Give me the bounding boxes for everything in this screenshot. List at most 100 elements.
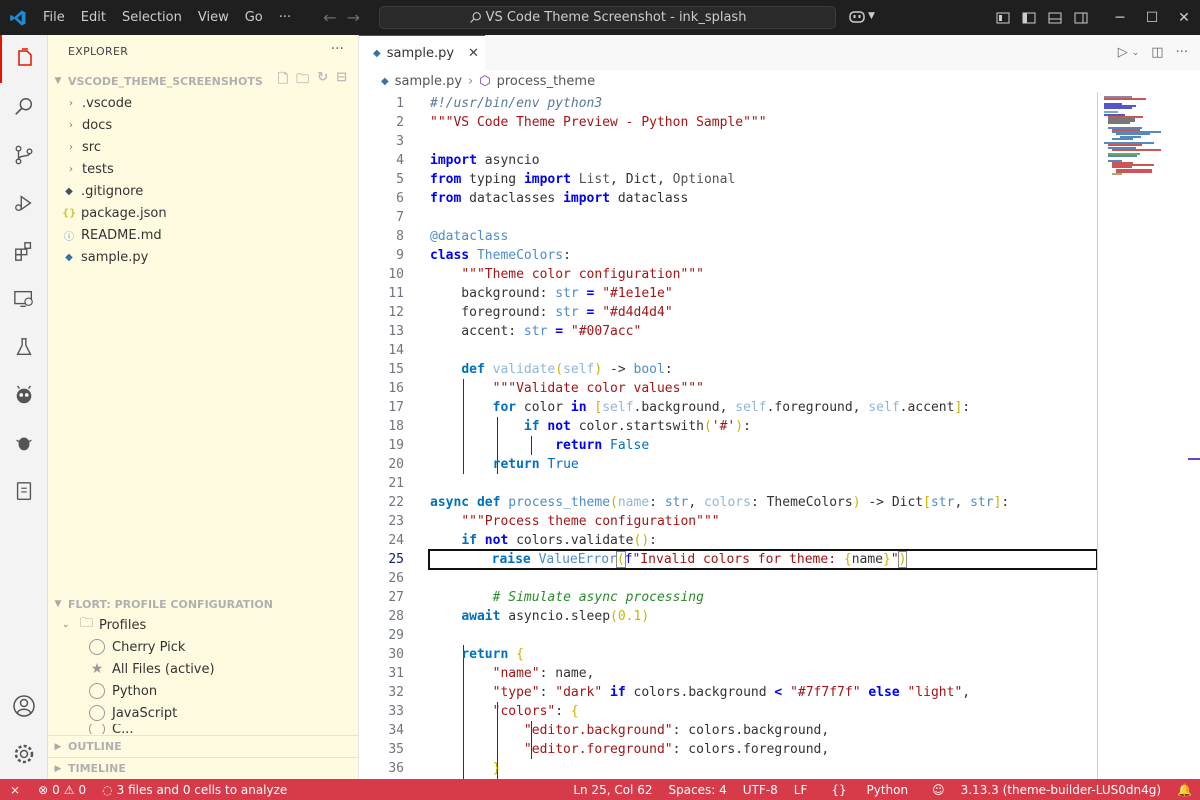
close-icon[interactable]: ✕ xyxy=(1168,0,1200,35)
notebook-icon[interactable] xyxy=(0,467,48,515)
code-editor[interactable]: 1 2 3 4 5 6 7 8 9 10 11 12 13 14 15 16 17 18 19 20 21 22 23 24 2… xyxy=(359,92,1200,779)
line-number: 23 xyxy=(388,514,404,529)
explorer-title: EXPLORER xyxy=(68,45,129,58)
profile-item[interactable]: Python xyxy=(48,680,359,702)
back-arrow-icon[interactable]: ← xyxy=(323,8,336,27)
remote-explorer-icon[interactable] xyxy=(0,275,48,323)
line-number: 8 xyxy=(396,229,404,244)
toggle-secondary-sidebar-icon[interactable] xyxy=(1068,0,1094,35)
menu-more[interactable]: ··· xyxy=(271,0,299,35)
line-number: 32 xyxy=(388,685,404,700)
remote-indicator[interactable]: ⨯ xyxy=(0,779,30,800)
line-number: 31 xyxy=(388,666,404,681)
menu-selection[interactable]: Selection xyxy=(114,0,190,35)
line-number: 10 xyxy=(388,267,404,282)
line-number: 35 xyxy=(388,742,404,757)
profile-item[interactable]: C... xyxy=(48,724,359,734)
menu-go[interactable]: Go xyxy=(237,0,271,35)
toggle-panel-icon[interactable] xyxy=(1042,0,1068,35)
line-number: 21 xyxy=(388,476,404,491)
problems-indicator[interactable]: ⊗ 0 ⚠ 0 xyxy=(30,779,94,800)
line-number: 7 xyxy=(396,210,404,225)
language-mode[interactable]: {} Python xyxy=(815,783,924,797)
python-file-icon: ◆ xyxy=(373,47,381,59)
menu-view[interactable]: View xyxy=(190,0,237,35)
profile-item[interactable]: Cherry Pick xyxy=(48,636,359,658)
person-icon xyxy=(89,683,105,699)
new-file-icon[interactable]: 🗋 xyxy=(278,70,288,92)
menu-file[interactable]: File xyxy=(35,0,73,35)
code-lines[interactable]: #!/usr/bin/env python3 """VS Code Theme … xyxy=(428,94,1098,778)
account-icon[interactable] xyxy=(0,682,48,730)
title-bar: File Edit Selection View Go ··· ← → VS C… xyxy=(0,0,1200,35)
timeline-header[interactable]: ▶ TIMELINE xyxy=(48,757,359,779)
tree-item-docs[interactable]: › docs xyxy=(48,114,359,136)
menu-edit[interactable]: Edit xyxy=(73,0,114,35)
copilot-button[interactable]: ▼ xyxy=(848,8,875,24)
outline-header[interactable]: ▶ OUTLINE xyxy=(48,735,359,757)
run-icon[interactable]: ▷ xyxy=(1118,45,1128,60)
scrollbar-marker[interactable] xyxy=(1188,458,1200,460)
breadcrumb-symbol[interactable]: process_theme xyxy=(497,74,595,89)
chevron-down-icon[interactable]: ⌄ xyxy=(1132,48,1140,58)
analysis-indicator[interactable]: ◌ 3 files and 0 cells to analyze xyxy=(94,779,295,800)
code-line: return False xyxy=(555,438,650,453)
toggle-primary-sidebar-icon[interactable] xyxy=(1016,0,1042,35)
notifications-bell-icon[interactable]: 🔔 xyxy=(1169,783,1200,797)
collapse-all-icon[interactable]: ⊟ xyxy=(336,70,347,92)
copilot-status-icon[interactable]: ☺ xyxy=(924,783,953,797)
source-control-icon[interactable] xyxy=(0,131,48,179)
maximize-icon[interactable]: ☐ xyxy=(1136,0,1168,35)
cursor-position[interactable]: Ln 25, Col 62 xyxy=(565,783,660,797)
tree-item-gitignore[interactable]: ◆ .gitignore xyxy=(48,180,359,202)
testing-icon[interactable] xyxy=(0,323,48,371)
workspace-folder-header[interactable]: ▼ VSCODE_THEME_SCREENSHOTS 🗋 🗀 ↻ ⊟ xyxy=(48,70,359,92)
code-line: from typing import List, Dict, Optional xyxy=(430,172,736,187)
search-activity-icon[interactable] xyxy=(0,83,48,131)
new-folder-icon[interactable]: 🗀 xyxy=(296,70,309,92)
profiles-folder[interactable]: ⌄ 🗀 Profiles xyxy=(48,614,359,636)
tree-item-src[interactable]: › src xyxy=(48,136,359,158)
tree-item-tests[interactable]: › tests xyxy=(48,158,359,180)
close-tab-icon[interactable]: ✕ xyxy=(468,46,479,61)
profile-configuration-title: FLORT: PROFILE CONFIGURATION xyxy=(68,597,273,611)
tree-item-sample-py[interactable]: ◆ sample.py xyxy=(48,246,359,268)
end-of-line[interactable]: LF xyxy=(786,783,816,797)
minimap[interactable] xyxy=(1097,92,1187,779)
line-number: 2 xyxy=(396,115,404,130)
code-line: """VS Code Theme Preview - Python Sample… xyxy=(430,115,767,130)
robot-icon[interactable] xyxy=(0,371,48,419)
line-number: 4 xyxy=(396,153,404,168)
info-icon: ⓘ xyxy=(64,231,74,243)
breadcrumb-file[interactable]: sample.py xyxy=(395,74,462,89)
forward-arrow-icon[interactable]: → xyxy=(347,8,360,27)
explorer-icon[interactable] xyxy=(0,35,48,83)
chevron-right-icon: › xyxy=(69,141,73,153)
explorer-more-actions[interactable]: ··· xyxy=(331,41,344,57)
encoding[interactable]: UTF-8 xyxy=(735,783,786,797)
profile-configuration-header[interactable]: ▼ FLORT: PROFILE CONFIGURATION xyxy=(48,593,359,615)
more-actions-icon[interactable]: ··· xyxy=(1176,45,1188,60)
refresh-icon[interactable]: ↻ xyxy=(317,70,328,92)
settings-gear-icon[interactable] xyxy=(0,730,48,778)
tab-sample-py[interactable]: ◆ sample.py ✕ xyxy=(359,35,485,70)
bug-icon[interactable] xyxy=(0,419,48,467)
tree-item-package-json[interactable]: {} package.json xyxy=(48,202,359,224)
extensions-icon[interactable] xyxy=(0,227,48,275)
code-line: return { xyxy=(461,647,524,662)
command-center-search[interactable]: VS Code Theme Screenshot - ink_splash xyxy=(379,6,836,29)
tree-item-readme[interactable]: ⓘ README.md xyxy=(48,224,359,246)
split-editor-icon[interactable]: ◫ xyxy=(1151,45,1163,60)
python-interpreter[interactable]: 3.13.3 (theme-builder-LUS0dn4g) xyxy=(953,783,1169,797)
profile-item[interactable]: ★ All Files (active) xyxy=(48,658,359,680)
indentation[interactable]: Spaces: 4 xyxy=(660,783,734,797)
line-number: 11 xyxy=(388,286,404,301)
run-debug-icon[interactable] xyxy=(0,179,48,227)
tree-item-vscode[interactable]: › .vscode xyxy=(48,92,359,114)
star-icon: ★ xyxy=(90,661,104,677)
minimize-icon[interactable]: ─ xyxy=(1104,0,1136,35)
profile-item[interactable]: JavaScript xyxy=(48,702,359,724)
customize-layout-icon[interactable] xyxy=(990,0,1016,35)
line-number: 30 xyxy=(388,647,404,662)
